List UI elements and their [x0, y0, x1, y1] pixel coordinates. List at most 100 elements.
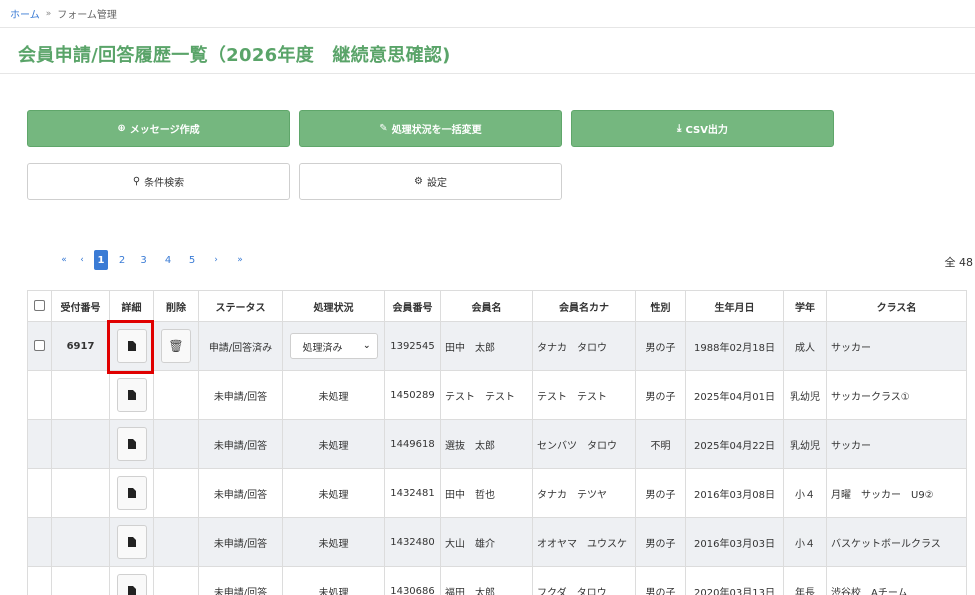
divider [0, 27, 975, 28]
pagination: « ‹ 1 2 3 4 5 › » [57, 250, 252, 270]
column-header[interactable]: 会員番号 [384, 290, 441, 322]
pagination-page-3[interactable]: 3 [131, 250, 156, 270]
class-name: バスケットボールクラス [826, 517, 967, 567]
member-number: 1432480 [384, 517, 441, 567]
member-kana: テスト テスト [532, 370, 636, 420]
pagination-page-4[interactable]: 4 [156, 250, 180, 270]
search-conditions-button[interactable]: ⚲ 条件検索 [27, 163, 290, 200]
birthday: 2016年03月03日 [685, 517, 784, 567]
processing-status-select[interactable]: 処理済み ⌄ [289, 333, 378, 359]
column-header[interactable]: 学年 [783, 290, 827, 322]
pagination-next[interactable]: › [204, 250, 228, 270]
breadcrumb: ホーム » フォーム管理 [10, 6, 117, 22]
grade: 成人 [783, 321, 827, 371]
bulk-status-change-button[interactable]: ✎ 処理状況を一括変更 [299, 110, 562, 147]
member-number: 1430686 [384, 566, 441, 595]
pagination-prev[interactable]: ‹ [75, 250, 89, 270]
member-number: 1432481 [384, 468, 441, 518]
row-select-cell [27, 566, 52, 595]
detail-button[interactable] [116, 476, 147, 510]
processing-cell: 未処理 [282, 566, 385, 595]
birthday: 2025年04月01日 [685, 370, 784, 420]
row-select-cell [27, 321, 52, 371]
status-cell: 未申請/回答 [198, 419, 283, 469]
class-name: 渋谷校 Aチーム [826, 566, 967, 595]
detail-button[interactable] [116, 427, 147, 461]
column-header[interactable]: 処理状況 [282, 290, 385, 322]
gender: 男の子 [635, 370, 686, 420]
column-header[interactable]: ステータス [198, 290, 283, 322]
document-icon [127, 537, 136, 547]
column-header: 削除 [153, 290, 199, 322]
pagination-page-1[interactable]: 1 [94, 250, 108, 270]
gender: 男の子 [635, 321, 686, 371]
pagination-page-5[interactable]: 5 [180, 250, 204, 270]
column-header[interactable]: 生年月日 [685, 290, 784, 322]
detail-button[interactable] [116, 525, 147, 559]
detail-cell [109, 419, 154, 469]
table-header-row: 受付番号 詳細 削除 ステータス 処理状況 会員番号 会員名 会員名カナ 性別 … [27, 290, 967, 322]
document-icon [127, 488, 136, 498]
processing-cell: 未処理 [282, 370, 385, 420]
class-name: 月曜 サッカー U9② [826, 468, 967, 518]
birthday: 2025年04月22日 [685, 419, 784, 469]
receipt-number [51, 370, 110, 420]
detail-cell [109, 517, 154, 567]
delete-cell [153, 419, 199, 469]
detail-button[interactable] [116, 329, 147, 363]
document-icon [127, 439, 136, 449]
breadcrumb-home-link[interactable]: ホーム [10, 6, 40, 21]
member-kana: センバツ タロウ [532, 419, 636, 469]
column-header: 詳細 [109, 290, 154, 322]
member-kana: オオヤマ ユウスケ [532, 517, 636, 567]
class-name: サッカー [826, 321, 967, 371]
row-select-cell [27, 370, 52, 420]
status-cell: 未申請/回答 [198, 370, 283, 420]
pagination-first[interactable]: « [57, 250, 71, 270]
column-header[interactable]: 会員名カナ [532, 290, 636, 322]
column-header[interactable]: 性別 [635, 290, 686, 322]
row-select-cell [27, 517, 52, 567]
column-header[interactable]: 会員名 [440, 290, 533, 322]
detail-button[interactable] [116, 574, 147, 595]
create-message-button[interactable]: ⊕ メッセージ作成 [27, 110, 290, 147]
birthday: 2020年03月13日 [685, 566, 784, 595]
pagination-page-2[interactable]: 2 [113, 250, 131, 270]
member-name: 福田 太郎 [440, 566, 533, 595]
member-number: 1449618 [384, 419, 441, 469]
table-row: 未申請/回答 未処理 1432481 田中 哲也 タナカ テツヤ 男の子 201… [27, 468, 967, 518]
gender: 男の子 [635, 566, 686, 595]
member-name: 田中 太郎 [440, 321, 533, 371]
table-row: 未申請/回答 未処理 1449618 選抜 太郎 センバツ タロウ 不明 202… [27, 419, 967, 469]
plus-circle-icon: ⊕ [117, 123, 126, 134]
processing-cell: 処理済み ⌄ [282, 321, 385, 371]
receipt-number [51, 419, 110, 469]
download-icon: ⤓ [677, 123, 682, 134]
delete-button[interactable]: 🗑 [161, 329, 191, 363]
column-header[interactable]: クラス名 [826, 290, 967, 322]
processing-cell: 未処理 [282, 517, 385, 567]
row-checkbox[interactable] [34, 340, 45, 352]
csv-export-button[interactable]: ⤓ CSV出力 [571, 110, 834, 147]
detail-button[interactable] [116, 378, 147, 412]
settings-button[interactable]: ⚙ 設定 [299, 163, 562, 200]
trash-icon: 🗑 [168, 339, 184, 353]
status-cell: 未申請/回答 [198, 566, 283, 595]
grade: 乳幼児 [783, 419, 827, 469]
table-row: 未申請/回答 未処理 1450289 テスト テスト テスト テスト 男の子 2… [27, 370, 967, 420]
breadcrumb-separator: » [45, 8, 52, 19]
delete-cell [153, 517, 199, 567]
delete-cell: 🗑 [153, 321, 199, 371]
receipt-number: 6917 [51, 321, 110, 371]
row-select-cell [27, 468, 52, 518]
receipt-number [51, 566, 110, 595]
processing-cell: 未処理 [282, 468, 385, 518]
table-row: 未申請/回答 未処理 1432480 大山 雄介 オオヤマ ユウスケ 男の子 2… [27, 517, 967, 567]
select-all-checkbox[interactable] [34, 300, 45, 312]
grade: 小４ [783, 468, 827, 518]
processing-cell: 未処理 [282, 419, 385, 469]
pagination-last[interactable]: » [228, 250, 252, 270]
gender: 不明 [635, 419, 686, 469]
delete-cell [153, 370, 199, 420]
column-header[interactable]: 受付番号 [51, 290, 110, 322]
